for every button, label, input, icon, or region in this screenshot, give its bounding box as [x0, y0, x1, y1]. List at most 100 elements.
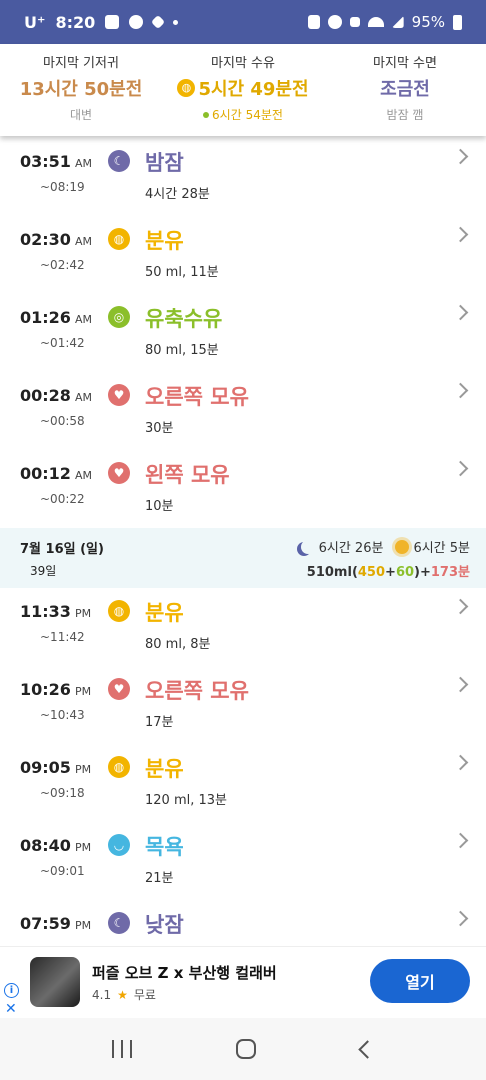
summary-value: ◍ 5시간 49분전	[162, 75, 324, 101]
day-date: 7월 16일 (일)	[20, 542, 104, 557]
summary-label: 마지막 기저귀	[43, 56, 119, 71]
chevron-right-icon[interactable]	[452, 382, 469, 399]
chevron-right-icon[interactable]	[452, 598, 469, 615]
chevron-right-icon[interactable]	[452, 460, 469, 477]
ad-open-button[interactable]: 열기	[370, 959, 470, 1003]
breastfeed-icon: ♥	[108, 678, 130, 700]
activity-title: 분유	[145, 229, 184, 253]
clock: 8:20	[55, 12, 96, 32]
activity-detail: 4시간 28분	[145, 187, 210, 202]
pumped-dot-icon	[203, 111, 210, 118]
battery-percent: 95%	[411, 13, 445, 31]
summary-sub: 6시간 54분전	[162, 106, 324, 123]
back-icon[interactable]	[358, 1039, 377, 1059]
ad-title[interactable]: 퍼즐 오브 Z x 부산행 컬래버	[92, 962, 277, 983]
activity-row[interactable]: 09:05 PM ~09:18 ◍ 분유 120 ml, 13분	[0, 744, 486, 822]
previous-day-entries: 11:33 PM ~11:42 ◍ 분유 80 ml, 8분 10:26 PM ~10:43 ♥ 오…	[0, 588, 486, 946]
summary-value: 13시간 50분전	[19, 79, 143, 100]
activity-row[interactable]: 01:26 AM ~01:42 ◎ 유축수유 80 ml, 15분	[0, 294, 486, 372]
activity-detail: 30분	[145, 421, 174, 436]
notification-icon	[151, 14, 166, 30]
activity-detail: 21분	[145, 871, 174, 886]
sleep-icon: ☾	[108, 150, 130, 172]
activity-title: 왼쪽 모유	[145, 463, 230, 487]
summary-sub: 대변	[69, 108, 93, 122]
start-time: 08:40 PM	[20, 836, 92, 855]
sun-icon	[395, 539, 410, 554]
ad-price: 무료	[133, 988, 156, 1002]
summary-last-diaper[interactable]: 마지막 기저귀 13시간 50분전 대변	[0, 44, 162, 136]
ad-rating: 4.1	[92, 987, 112, 1002]
summary-label: 마지막 수면	[373, 56, 437, 71]
activity-title: 오른쪽 모유	[145, 679, 249, 703]
start-time: 02:30 AM	[20, 230, 92, 249]
ad-info-icon[interactable]: i	[4, 983, 19, 998]
activity-title: 분유	[145, 757, 184, 781]
ad-close-icon[interactable]: ✕	[5, 1001, 17, 1017]
ad-app-image[interactable]	[30, 957, 80, 1007]
activity-detail: 10분	[145, 499, 174, 514]
activity-row[interactable]: 08:40 PM ~09:01 ◡ 목욕 21분	[0, 822, 486, 900]
start-time: 09:05 PM	[20, 758, 92, 777]
alarm-icon	[327, 15, 342, 29]
chevron-right-icon[interactable]	[452, 304, 469, 321]
activity-row[interactable]: 02:30 AM ~02:42 ◍ 분유 50 ml, 11분	[0, 216, 486, 294]
breastfeed-icon: ♥	[108, 384, 130, 406]
activity-row[interactable]: 03:51 AM ~08:19 ☾ 밤잠 4시간 28분	[0, 138, 486, 216]
activity-title: 목욕	[145, 835, 184, 859]
more-notifications-icon	[173, 19, 179, 25]
ad-banner[interactable]: i ✕ 퍼즐 오브 Z x 부산행 컬래버 4.1 ★ 무료 열기	[0, 946, 486, 1018]
summary-value: 조금전	[380, 79, 430, 100]
baby-age: 39일	[30, 564, 57, 578]
start-time: 07:59 PM	[20, 914, 92, 933]
start-time: 00:12 AM	[20, 464, 92, 483]
end-time: ~08:19	[40, 180, 85, 194]
end-time: ~10:43	[40, 708, 85, 722]
chevron-right-icon[interactable]	[452, 148, 469, 165]
activity-detail: 80 ml, 15분	[145, 343, 219, 358]
activity-detail: 17분	[145, 715, 174, 730]
activity-title: 밤잠	[145, 151, 184, 175]
chevron-right-icon[interactable]	[452, 226, 469, 243]
mute-icon	[349, 17, 360, 27]
home-icon[interactable]	[236, 1039, 257, 1059]
breastfeed-icon: ♥	[108, 462, 130, 484]
end-time: ~01:42	[40, 336, 85, 350]
activity-detail: 120 ml, 13분	[145, 793, 227, 808]
summary-last-feeding[interactable]: 마지막 수유 ◍ 5시간 49분전 6시간 54분전	[162, 44, 324, 136]
activity-row[interactable]: 07:59 PM ☾ 낮잠	[0, 900, 486, 946]
bottle-icon: ◍	[108, 228, 130, 250]
day-feeding-total: 510ml(450+60)+173분	[306, 565, 470, 580]
activity-row[interactable]: 00:28 AM ~00:58 ♥ 오른쪽 모유 30분	[0, 372, 486, 450]
today-entries: 03:51 AM ~08:19 ☾ 밤잠 4시간 28분 02:30 AM ~02:42 ◍ 분유 5…	[0, 138, 486, 528]
summary-last-sleep[interactable]: 마지막 수면 조금전 밤잠 깸	[324, 44, 486, 136]
chevron-right-icon[interactable]	[452, 676, 469, 693]
wifi-icon	[367, 17, 384, 27]
bottle-icon: ◍	[177, 79, 196, 97]
star-icon: ★	[117, 987, 128, 1002]
pumped-milk-icon: ◎	[108, 306, 130, 328]
activity-detail: 50 ml, 11분	[145, 265, 219, 280]
carrier-label: U⁺	[24, 12, 46, 32]
system-nav-bar	[0, 1018, 486, 1080]
activity-title: 유축수유	[145, 307, 223, 331]
end-time: ~02:42	[40, 258, 85, 272]
end-time: ~11:42	[40, 630, 85, 644]
chevron-right-icon[interactable]	[452, 754, 469, 771]
activity-detail: 80 ml, 8분	[145, 637, 211, 652]
ad-meta: 4.1 ★ 무료	[92, 986, 156, 1003]
activity-row[interactable]: 10:26 PM ~10:43 ♥ 오른쪽 모유 17분	[0, 666, 486, 744]
activity-title: 낮잠	[145, 913, 184, 937]
activity-title: 분유	[145, 601, 184, 625]
summary-sub: 밤잠 깸	[386, 108, 424, 122]
activity-row[interactable]: 11:33 PM ~11:42 ◍ 분유 80 ml, 8분	[0, 588, 486, 666]
sleep-icon: ☾	[108, 912, 130, 934]
status-bar: U⁺ 8:20 95%	[0, 0, 486, 44]
chevron-right-icon[interactable]	[452, 910, 469, 927]
activity-list[interactable]: 03:51 AM ~08:19 ☾ 밤잠 4시간 28분 02:30 AM ~02:42 ◍ 분유 5…	[0, 138, 486, 946]
signal-icon	[391, 16, 404, 28]
recent-apps-icon[interactable]	[112, 1040, 133, 1058]
activity-row[interactable]: 00:12 AM ~00:22 ♥ 왼쪽 모유 10분	[0, 450, 486, 528]
chevron-right-icon[interactable]	[452, 832, 469, 849]
battery-icon	[453, 14, 462, 30]
